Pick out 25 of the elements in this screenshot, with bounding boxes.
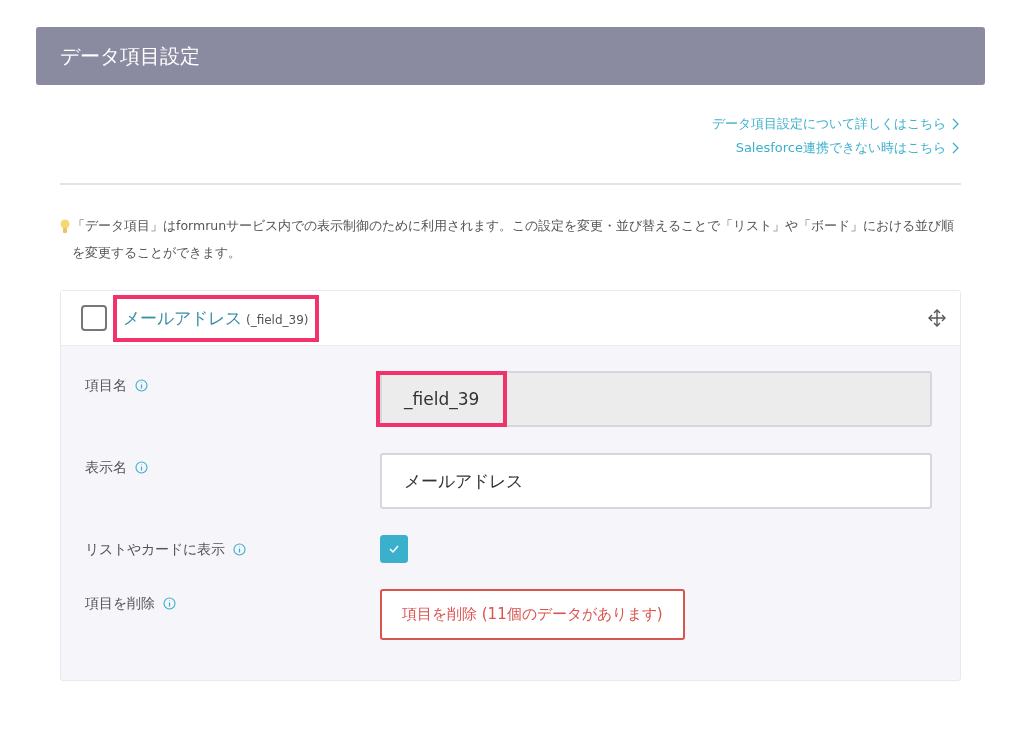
info-icon[interactable] xyxy=(135,461,148,474)
info-icon[interactable] xyxy=(163,597,176,610)
field-label: 項目名 xyxy=(85,377,127,395)
input-field[interactable]: メールアドレス xyxy=(380,453,932,509)
item-name: メールアドレス xyxy=(123,306,242,330)
info-icon[interactable] xyxy=(233,543,246,556)
field-label: 項目を削除 xyxy=(85,595,155,613)
chevron-right-icon xyxy=(951,142,959,154)
field-id: (_field_39) xyxy=(246,312,309,327)
lightbulb-icon xyxy=(60,219,70,235)
select-checkbox[interactable] xyxy=(81,305,107,331)
move-icon[interactable] xyxy=(928,309,946,327)
checkbox[interactable] xyxy=(380,535,408,563)
header-title: データ項目設定 xyxy=(60,42,200,70)
chevron-right-icon xyxy=(951,118,959,130)
field-value: _field_39 xyxy=(376,371,508,427)
field-label: 表示名 xyxy=(85,459,127,477)
help-link[interactable]: データ項目設定について詳しくはこちら xyxy=(712,115,959,133)
help-link[interactable]: Salesforce連携できない時はこちら xyxy=(735,139,959,157)
info-icon[interactable] xyxy=(135,379,148,392)
field-label: リストやカードに表示 xyxy=(85,541,225,559)
checkmark-icon xyxy=(388,544,400,554)
field-value: メールアドレス xyxy=(403,469,524,493)
notice-text: 「データ項目」はformrunサービス内での表示制御のために利用されます。この設定を変更・並び替えることで「リスト」や「ボード」における並び順を変更することができます。 xyxy=(72,217,956,262)
delete-button[interactable]: 項目を削除 (11個のデータがあります) xyxy=(380,589,685,640)
